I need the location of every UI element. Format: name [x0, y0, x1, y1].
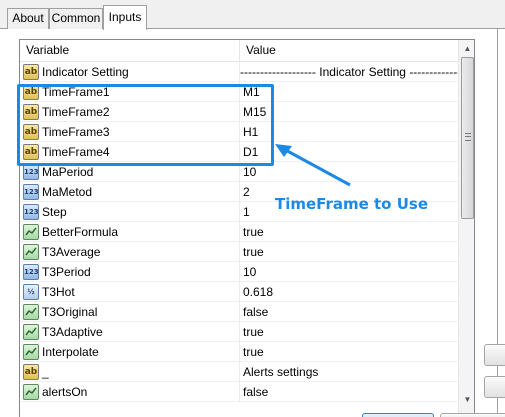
value-cell[interactable]: 10 [240, 262, 458, 282]
variable-cell: 123 MaPeriod [20, 162, 240, 182]
variable-name: T3Adaptive [42, 325, 103, 339]
variable-cell: ab TimeFrame1 [20, 82, 240, 102]
table-body: ab Indicator Setting ------------------- I… [20, 62, 458, 402]
variable-name: TimeFrame1 [42, 85, 110, 99]
variable-name: T3Original [42, 305, 98, 319]
inputs-table: Variable Value ab Indicator Setting ------… [19, 39, 475, 417]
annotation-label: TimeFrame to Use [275, 195, 428, 213]
variable-cell: ab TimeFrame3 [20, 122, 240, 142]
table-row[interactable]: ab _ Alerts settings [20, 362, 458, 382]
string-type-icon: ab [23, 144, 39, 160]
variable-cell: ½ T3Hot [20, 282, 240, 302]
variable-name: Step [42, 205, 67, 219]
value-cell[interactable]: true [240, 342, 458, 362]
variable-cell: ab TimeFrame2 [20, 102, 240, 122]
inputs-panel: Variable Value ab Indicator Setting ------… [0, 29, 505, 417]
variable-name: Indicator Setting [42, 65, 129, 79]
value-cell[interactable]: Alerts settings [240, 362, 458, 382]
variable-cell: BetterFormula [20, 222, 240, 242]
scroll-up-arrow-icon[interactable]: ▲ [460, 41, 474, 57]
side-button-1[interactable] [484, 344, 505, 366]
variable-name: TimeFrame2 [42, 105, 110, 119]
side-button-2[interactable] [484, 376, 505, 398]
variable-name: T3Period [42, 265, 91, 279]
table-row[interactable]: ab TimeFrame1 M1 [20, 82, 458, 102]
table-row[interactable]: ab TimeFrame2 M15 [20, 102, 458, 122]
tab-strip: About Common Inputs [0, 0, 505, 30]
table-row[interactable]: ab TimeFrame4 D1 [20, 142, 458, 162]
variable-cell: 123 T3Period [20, 262, 240, 282]
value-cell[interactable]: false [240, 302, 458, 322]
table-row[interactable]: 123 MaPeriod 10 [20, 162, 458, 182]
ok-button[interactable] [362, 413, 434, 417]
value-cell[interactable]: true [240, 322, 458, 342]
cancel-button[interactable] [440, 413, 505, 417]
annotation-arrow-icon [275, 144, 351, 187]
table-row[interactable]: 123 T3Period 10 [20, 262, 458, 282]
table-row[interactable]: BetterFormula true [20, 222, 458, 242]
vertical-scrollbar[interactable]: ▲ ▼ [458, 40, 474, 417]
column-header-variable[interactable]: Variable [20, 40, 240, 62]
value-cell[interactable]: ------------------- Indicator Setting --… [240, 62, 458, 82]
variable-name: MaPeriod [42, 165, 94, 179]
string-type-icon: ab [23, 364, 39, 380]
string-type-icon: ab [23, 124, 39, 140]
variable-name: MaMetod [42, 185, 93, 199]
variable-name: T3Hot [42, 285, 75, 299]
integer-type-icon: 123 [23, 204, 39, 220]
table-row[interactable]: ab Indicator Setting ------------------- I… [20, 62, 458, 82]
table-row[interactable]: T3Adaptive true [20, 322, 458, 342]
variable-name: Interpolate [42, 345, 99, 359]
column-header-value[interactable]: Value [240, 40, 458, 62]
variable-name: TimeFrame3 [42, 125, 110, 139]
value-cell[interactable]: 0.618 [240, 282, 458, 302]
boolean-type-icon [23, 344, 39, 360]
boolean-type-icon [23, 324, 39, 340]
table-row[interactable]: alertsOn false [20, 382, 458, 402]
scroll-thumb[interactable] [461, 57, 474, 219]
table-row[interactable]: Interpolate true [20, 342, 458, 362]
boolean-type-icon [23, 244, 39, 260]
boolean-type-icon [23, 224, 39, 240]
table-row[interactable]: T3Average true [20, 242, 458, 262]
value-cell[interactable]: M15 [240, 102, 458, 122]
variable-name: T3Average [42, 245, 101, 259]
variable-cell: 123 MaMetod [20, 182, 240, 202]
variable-cell: T3Original [20, 302, 240, 322]
integer-type-icon: 123 [23, 184, 39, 200]
table-row[interactable]: T3Original false [20, 302, 458, 322]
variable-cell: ab TimeFrame4 [20, 142, 240, 162]
variable-cell: T3Average [20, 242, 240, 262]
value-cell[interactable]: false [240, 382, 458, 402]
boolean-type-icon [23, 384, 39, 400]
table-row[interactable]: ab TimeFrame3 H1 [20, 122, 458, 142]
variable-cell: ab _ [20, 362, 240, 382]
variable-cell: Interpolate [20, 342, 240, 362]
table-row[interactable]: ½ T3Hot 0.618 [20, 282, 458, 302]
integer-type-icon: 123 [23, 264, 39, 280]
variable-cell: T3Adaptive [20, 322, 240, 342]
string-type-icon: ab [23, 64, 39, 80]
variable-cell: 123 Step [20, 202, 240, 222]
scroll-down-arrow-icon[interactable]: ▼ [460, 392, 474, 408]
scroll-grip-icon [465, 133, 471, 141]
variable-name: BetterFormula [42, 225, 119, 239]
variable-name: _ [42, 365, 49, 379]
variable-cell: alertsOn [20, 382, 240, 402]
string-type-icon: ab [23, 84, 39, 100]
boolean-type-icon [23, 304, 39, 320]
tab-about[interactable]: About [7, 8, 49, 29]
variable-cell: ab Indicator Setting [20, 62, 240, 82]
variable-name: TimeFrame4 [42, 145, 110, 159]
value-cell[interactable]: M1 [240, 82, 458, 102]
double-type-icon: ½ [23, 284, 39, 300]
string-type-icon: ab [23, 104, 39, 120]
integer-type-icon: 123 [23, 164, 39, 180]
variable-name: alertsOn [42, 385, 88, 399]
value-cell[interactable]: true [240, 242, 458, 262]
value-cell[interactable]: true [240, 222, 458, 242]
table-header: Variable Value [20, 40, 458, 62]
tab-inputs[interactable]: Inputs [103, 5, 147, 30]
tab-common[interactable]: Common [49, 8, 103, 29]
